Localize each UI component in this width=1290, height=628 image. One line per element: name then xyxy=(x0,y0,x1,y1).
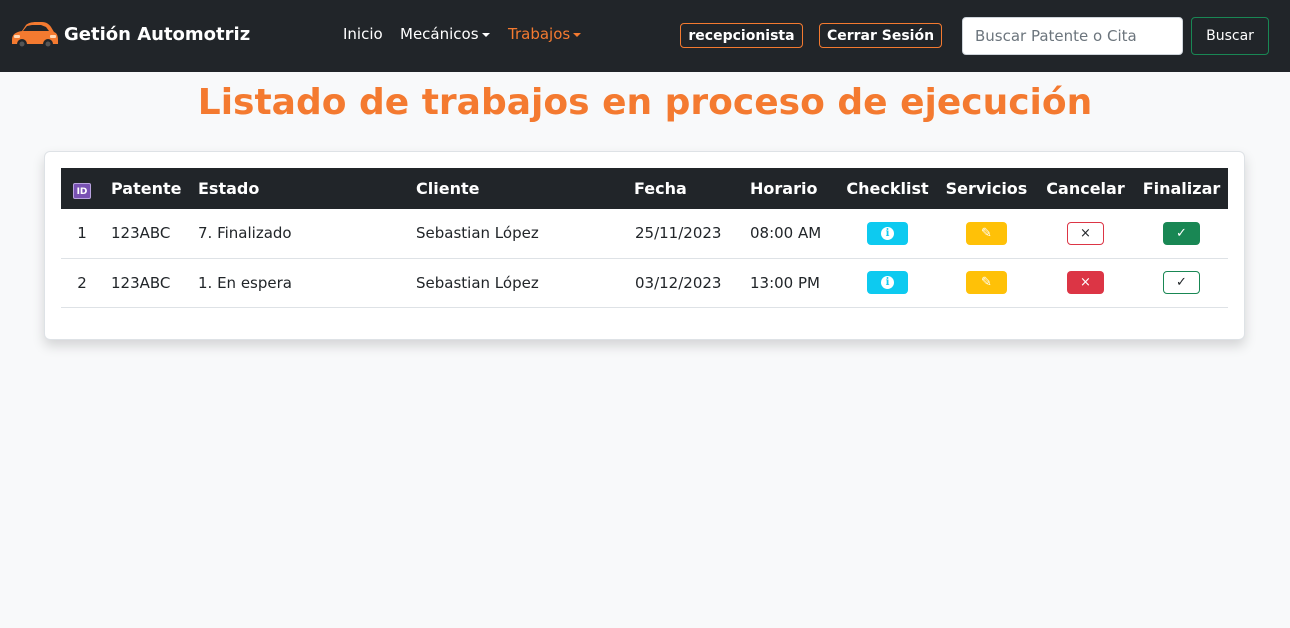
header-estado: Estado xyxy=(198,179,260,198)
row-fecha: 25/11/2023 xyxy=(634,209,746,259)
nav-mecanicos-label: Mecánicos xyxy=(400,25,479,43)
caret-down-icon xyxy=(573,32,582,37)
row-finalizar-cell: ✓ xyxy=(1135,258,1228,308)
header-cliente: Cliente xyxy=(416,179,480,198)
row-servicios-cell: ✎ xyxy=(937,258,1036,308)
header-fecha: Fecha xyxy=(634,179,687,198)
header-id: ID xyxy=(61,168,103,209)
row-cancelar-cell: × xyxy=(1036,209,1135,259)
close-icon: × xyxy=(1080,225,1091,241)
table-row: 1 123ABC 7. Finalizado Sebastian López 2… xyxy=(61,209,1228,259)
header-horario: Horario xyxy=(750,179,818,198)
caret-down-icon xyxy=(481,32,490,37)
row-fecha: 03/12/2023 xyxy=(634,258,746,308)
pencil-icon: ✎ xyxy=(981,275,992,290)
row-estado: 7. Finalizado xyxy=(198,209,416,259)
row-cliente: Sebastian López xyxy=(416,209,634,259)
logout-button[interactable]: Cerrar Sesión xyxy=(819,23,942,48)
servicios-button[interactable]: ✎ xyxy=(966,271,1007,294)
row-servicios-cell: ✎ xyxy=(937,209,1036,259)
row-horario: 08:00 AM xyxy=(746,209,838,259)
check-icon: ✓ xyxy=(1176,275,1187,290)
row-id: 1 xyxy=(61,209,103,259)
header-patente: Patente xyxy=(111,179,182,198)
finalizar-button[interactable]: ✓ xyxy=(1163,271,1200,294)
row-horario: 13:00 PM xyxy=(746,258,838,308)
pencil-icon: ✎ xyxy=(981,225,992,241)
checklist-button[interactable]: i xyxy=(867,221,908,245)
brand[interactable]: Getión Automotriz xyxy=(8,16,250,52)
search-input[interactable] xyxy=(962,17,1183,55)
nav-mecanicos[interactable]: Mecánicos xyxy=(400,24,490,44)
finalizar-button[interactable]: ✓ xyxy=(1163,221,1200,245)
info-icon: i xyxy=(881,276,894,289)
row-id: 2 xyxy=(61,258,103,308)
cancelar-button[interactable]: × xyxy=(1067,271,1104,294)
row-finalizar-cell: ✓ xyxy=(1135,209,1228,259)
row-cancelar-cell: × xyxy=(1036,258,1135,308)
car-icon xyxy=(12,22,58,49)
checklist-button[interactable]: i xyxy=(867,271,908,294)
table-header-row: ID Patente Estado Cliente Fecha Horario … xyxy=(61,168,1228,209)
nav-trabajos-label: Trabajos xyxy=(508,25,571,43)
row-checklist-cell: i xyxy=(838,209,937,259)
cancelar-button[interactable]: × xyxy=(1067,221,1104,245)
info-icon: i xyxy=(881,226,894,240)
page-title: Listado de trabajos en proceso de ejecuc… xyxy=(197,82,1093,123)
row-patente: 123ABC xyxy=(103,258,198,308)
jobs-table: ID Patente Estado Cliente Fecha Horario … xyxy=(61,168,1228,308)
brand-name: Getión Automotriz xyxy=(64,23,251,45)
user-role-badge[interactable]: recepcionista xyxy=(680,23,803,48)
row-checklist-cell: i xyxy=(838,258,937,308)
search-button[interactable]: Buscar xyxy=(1191,17,1269,55)
nav-trabajos[interactable]: Trabajos xyxy=(508,24,582,44)
row-estado: 1. En espera xyxy=(198,258,416,308)
header-checklist: Checklist xyxy=(846,179,929,198)
navbar: Getión Automotriz Inicio Mecánicos Traba… xyxy=(0,0,1290,72)
close-icon: × xyxy=(1080,275,1091,290)
check-icon: ✓ xyxy=(1176,225,1187,241)
id-badge: ID xyxy=(73,182,91,199)
servicios-button[interactable]: ✎ xyxy=(966,221,1007,245)
header-servicios: Servicios xyxy=(945,179,1028,198)
row-patente: 123ABC xyxy=(103,209,198,259)
table-row: 2 123ABC 1. En espera Sebastian López 03… xyxy=(61,258,1228,308)
header-finalizar: Finalizar xyxy=(1142,179,1221,198)
nav-inicio[interactable]: Inicio xyxy=(343,24,383,44)
row-cliente: Sebastian López xyxy=(416,258,634,308)
header-cancelar: Cancelar xyxy=(1046,179,1125,198)
